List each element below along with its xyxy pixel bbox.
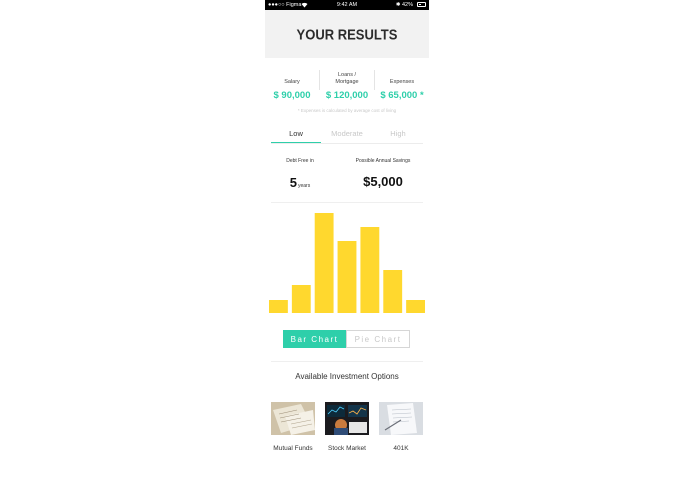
- bar-5: [360, 227, 380, 313]
- bar-4: [337, 241, 357, 313]
- divider: [271, 202, 423, 203]
- bar-2: [291, 285, 311, 313]
- phone-screen: ●●●○○ Figma 9:42 AM ✱ 42% YOUR RESULTS S…: [265, 0, 429, 494]
- investment-name: Stock Market: [328, 445, 366, 452]
- bar-6: [383, 270, 403, 313]
- investment-mutual-funds[interactable]: Mutual Funds: [271, 402, 315, 454]
- battery-icon: [417, 2, 426, 7]
- divider: [271, 361, 423, 362]
- investment-name: Mutual Funds: [273, 445, 313, 452]
- documents-photo: [271, 402, 315, 435]
- expenses-note: * Expenses is calculated by average cost…: [297, 108, 397, 113]
- stat-value: $ 90,000: [273, 90, 311, 101]
- stat-loans: Loans / Mortgage $ 120,000: [320, 66, 374, 106]
- results-summary: Debt Free in Possible Annual Savings 5ye…: [265, 155, 429, 199]
- years-number: 5: [289, 175, 297, 190]
- investment-stock-market[interactable]: Stock Market: [325, 402, 369, 454]
- savings-label: Possible Annual Savings: [355, 158, 411, 164]
- tab-high[interactable]: High: [373, 126, 423, 143]
- paperwork-photo: [379, 402, 423, 435]
- bar-chart-button[interactable]: Bar Chart: [283, 330, 346, 348]
- tab-moderate[interactable]: Moderate: [322, 126, 372, 143]
- stat-label: Salary: [284, 79, 300, 85]
- battery-label: ✱ 42%: [395, 2, 413, 8]
- investment-section-title: Available Investment Options: [295, 372, 399, 381]
- status-bar: ●●●○○ Figma 9:42 AM ✱ 42%: [265, 0, 429, 10]
- years-unit: years: [298, 183, 311, 189]
- stat-salary: Salary $ 90,000: [265, 66, 319, 106]
- tabs-underline: [271, 143, 423, 144]
- bar-3: [314, 213, 334, 313]
- stat-label: Loans / Mortgage: [335, 72, 359, 85]
- chart-type-toggle: Bar Chart Pie Chart: [283, 330, 410, 348]
- stat-value: $ 120,000: [325, 90, 369, 101]
- stat-label: Expenses: [389, 79, 415, 85]
- debt-free-label: Debt Free in: [286, 158, 314, 164]
- stat-expenses: Expenses $ 65,000 *: [375, 66, 429, 106]
- risk-tabs: Low Moderate High: [271, 126, 423, 144]
- pie-chart-button[interactable]: Pie Chart: [346, 330, 410, 348]
- bar-chart: [269, 205, 425, 314]
- stats-row: Salary $ 90,000 Loans / Mortgage $ 120,0…: [265, 66, 429, 106]
- trading-screens-photo: [325, 402, 369, 435]
- savings-value: $5,000: [363, 174, 403, 189]
- bar-7: [406, 300, 425, 313]
- bar-1: [269, 300, 288, 313]
- page-title: YOUR RESULTS: [296, 26, 398, 43]
- debt-free-value: 5years: [265, 174, 335, 192]
- stat-value: $ 65,000 *: [380, 90, 424, 101]
- tab-low[interactable]: Low: [271, 126, 321, 143]
- bar-chart-svg: [269, 213, 425, 313]
- investment-name: 401K: [393, 445, 409, 452]
- page-header: YOUR RESULTS: [265, 10, 429, 58]
- investment-401k[interactable]: 401K: [379, 402, 423, 454]
